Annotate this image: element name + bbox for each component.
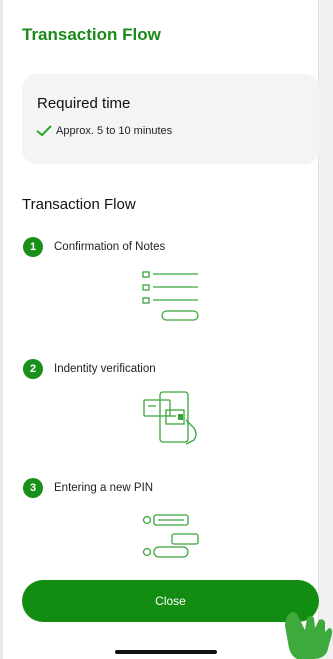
page-title: Transaction Flow [22,25,161,44]
check-icon [36,125,52,137]
id-card-phone-icon [143,391,197,445]
step-1-number: 1 [23,237,43,257]
close-button[interactable]: Close [22,580,319,622]
scrollbar[interactable] [318,0,333,659]
flow-section-title: Transaction Flow [22,196,136,213]
required-time-card: Required time Approx. 5 to 10 minutes [22,74,319,164]
pin-entry-icon [142,514,199,558]
home-indicator [115,650,217,654]
pointer-hand-icon [285,612,333,659]
step-1-label: Confirmation of Notes [54,241,166,253]
step-3-number: 3 [23,478,43,498]
required-time-text: Approx. 5 to 10 minutes [56,125,173,137]
document-checklist-icon [142,271,199,321]
left-edge [0,0,3,659]
step-2-label: Indentity verification [54,363,156,375]
step-3-label: Entering a new PIN [54,482,154,494]
step-2-number: 2 [23,359,43,379]
screen: Transaction Flow Required time Approx. 5… [0,0,333,659]
required-time-title: Required time [37,95,131,112]
